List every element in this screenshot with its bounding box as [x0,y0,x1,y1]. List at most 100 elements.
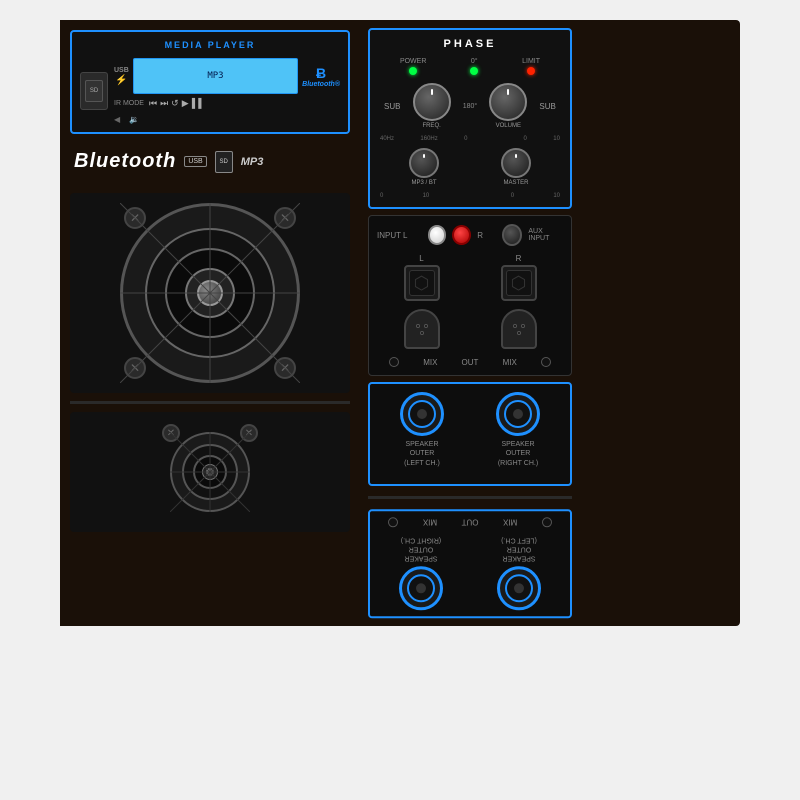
display-area: USB ⚡ MP3 Ƀ Bluetooth® [114,58,340,124]
bluetooth-indicator: Ƀ Bluetooth® [302,65,340,88]
volume-label: VOLUME [496,123,521,130]
bottom-speaker-right-center [416,583,426,593]
right-channel-label: R [477,231,496,240]
sd-card-slot[interactable]: SD [80,72,108,110]
bt-main-label: Bluetooth [74,150,176,173]
vol-scale-0: 0 [524,136,527,142]
aux-input-label: AUX INPUT [528,228,563,242]
back-button[interactable]: ◀ [114,115,120,124]
fan-section: ✕ ✕ ✕ ✕ [70,193,350,393]
media-player-inner: SD USB ⚡ [80,58,340,124]
speaker-right-conn: SPEAKER OUTER (RIGHT CH.) [496,392,540,467]
right-panel: PHASE POWER 0° LIMIT [360,20,580,626]
prev-button[interactable]: ⏮ [149,98,157,109]
vol-scale-10: 10 [553,136,560,142]
mp3-master-row: MP3 / BT MASTER [378,148,562,187]
bottom-mix-left [542,517,552,527]
aux-jack[interactable] [502,224,523,246]
phase-0-led [470,67,478,75]
usb-label: USB [114,67,129,74]
mp3-badge: MP3 [241,156,264,168]
speaker-right-inner [504,400,532,428]
repeat-button[interactable]: ↺ [171,98,179,109]
freq-knob[interactable] [413,83,451,121]
speaker-left-label: SPEAKER OUTER (LEFT CH.) [404,440,440,467]
right-separator [368,496,572,499]
trs-r-label: R [516,254,522,263]
freq-high: 0 [464,136,467,142]
inputs-section: INPUT L R AUX INPUT L ⬡ [368,215,572,376]
usb-badge: USB [184,156,206,167]
speaker-left-jack[interactable] [400,392,444,436]
bottom-speaker-right: SPEAKER OUTER (RIGHT CH.) [399,535,443,610]
volume-knob-group: VOLUME [489,83,527,130]
xlr-left[interactable] [404,309,440,349]
mp3-bt-knob[interactable] [409,148,439,178]
power-led [409,67,417,75]
master-knob[interactable] [501,148,531,178]
rca-input-row: INPUT L R AUX INPUT [377,224,563,246]
bottom-mix-right-label: MIX [423,517,437,526]
mp3-master-scale: 0 10 x 0 10 [378,193,562,199]
xlr-row [377,309,563,349]
rca-right-red[interactable] [452,225,471,245]
mix-right-label: MIX [503,358,517,367]
play-pause-button[interactable]: ▶▐▐ [182,98,202,109]
bottom-speaker-connectors: SPEAKER OUTER (LEFT CH.) [376,535,564,610]
speaker-left-inner [408,400,436,428]
sub-left-label: SUB [384,102,400,111]
rca-left-white[interactable] [428,225,447,245]
xlr-right[interactable] [501,309,537,349]
bt-icons-row: Bluetooth USB SD MP3 [70,142,350,181]
volume-knob[interactable] [489,83,527,121]
bt-text: Bluetooth® [302,81,340,88]
trs-right-jack[interactable]: ⬡ [501,265,537,301]
mp3-scale-10: 10 [423,193,430,199]
bottom-mix-right [388,517,398,527]
freq-mid: 160Hz [420,136,437,142]
mix-left-circle [389,357,399,367]
control-row-2: ◀ 🔉 [114,115,340,124]
bottom-mix-left-label: MIX [503,517,517,526]
speaker-left-center [417,409,427,419]
bottom-speaker-left-inner [505,574,533,602]
fan-container: ✕ ✕ ✕ ✕ [120,203,300,383]
vol-down-icon: 🔉 [129,115,139,124]
ir-mode-label: IR MODE [114,100,144,107]
input-section-label: INPUT [377,231,397,240]
master-knob-group: MASTER [501,148,531,187]
bottom-speaker-right-inner [407,574,435,602]
sub-right-label: SUB [539,102,555,111]
phase-180-label: 180° [463,103,477,110]
media-player-section: MEDIA PLAYER SD [70,30,350,134]
freq-label: FREQ. [422,123,440,130]
phase-indicators: POWER 0° LIMIT [378,58,562,75]
speaker-right-jack[interactable] [496,392,540,436]
out-label: OUT [462,358,479,367]
sd-icon: SD [85,80,103,102]
mp3-bt-knob-group: MP3 / BT [409,148,439,187]
separator-line [70,401,350,404]
speaker-right-center [513,409,523,419]
bottom-fan-section: ✕ ✕ [70,412,350,532]
trs-left-inner: ⬡ [409,270,435,296]
phase-section: PHASE POWER 0° LIMIT [368,28,572,209]
bottom-speaker-left-center [514,583,524,593]
bottom-speaker-right-jack[interactable] [399,566,443,610]
bottom-speaker-left-label: SPEAKER OUTER (LEFT CH.) [501,535,537,562]
xlr-left-dots [416,324,428,335]
next-button[interactable]: ⏭ [160,98,168,109]
bottom-speaker-right-label: SPEAKER OUTER (RIGHT CH.) [401,535,441,562]
freq-scale: 40Hz 160Hz 0 0 0 10 [378,136,562,142]
bottom-speaker-left-jack[interactable] [497,566,541,610]
bottom-speaker-left: SPEAKER OUTER (LEFT CH.) [497,535,541,610]
media-player-title: MEDIA PLAYER [80,40,340,50]
mix-left-label: MIX [423,358,437,367]
trs-left-jack[interactable]: ⬡ [404,265,440,301]
control-row: IR MODE ⏮ ⏭ ↺ ▶▐▐ [114,98,340,109]
xlr-right-dots [513,324,525,335]
speaker-left-conn: SPEAKER OUTER (LEFT CH.) [400,392,444,467]
display-top-row: USB ⚡ MP3 Ƀ Bluetooth® [114,58,340,94]
speaker-connectors: SPEAKER OUTER (LEFT CH.) [378,392,562,467]
master-scale-0: 0 [511,193,514,199]
